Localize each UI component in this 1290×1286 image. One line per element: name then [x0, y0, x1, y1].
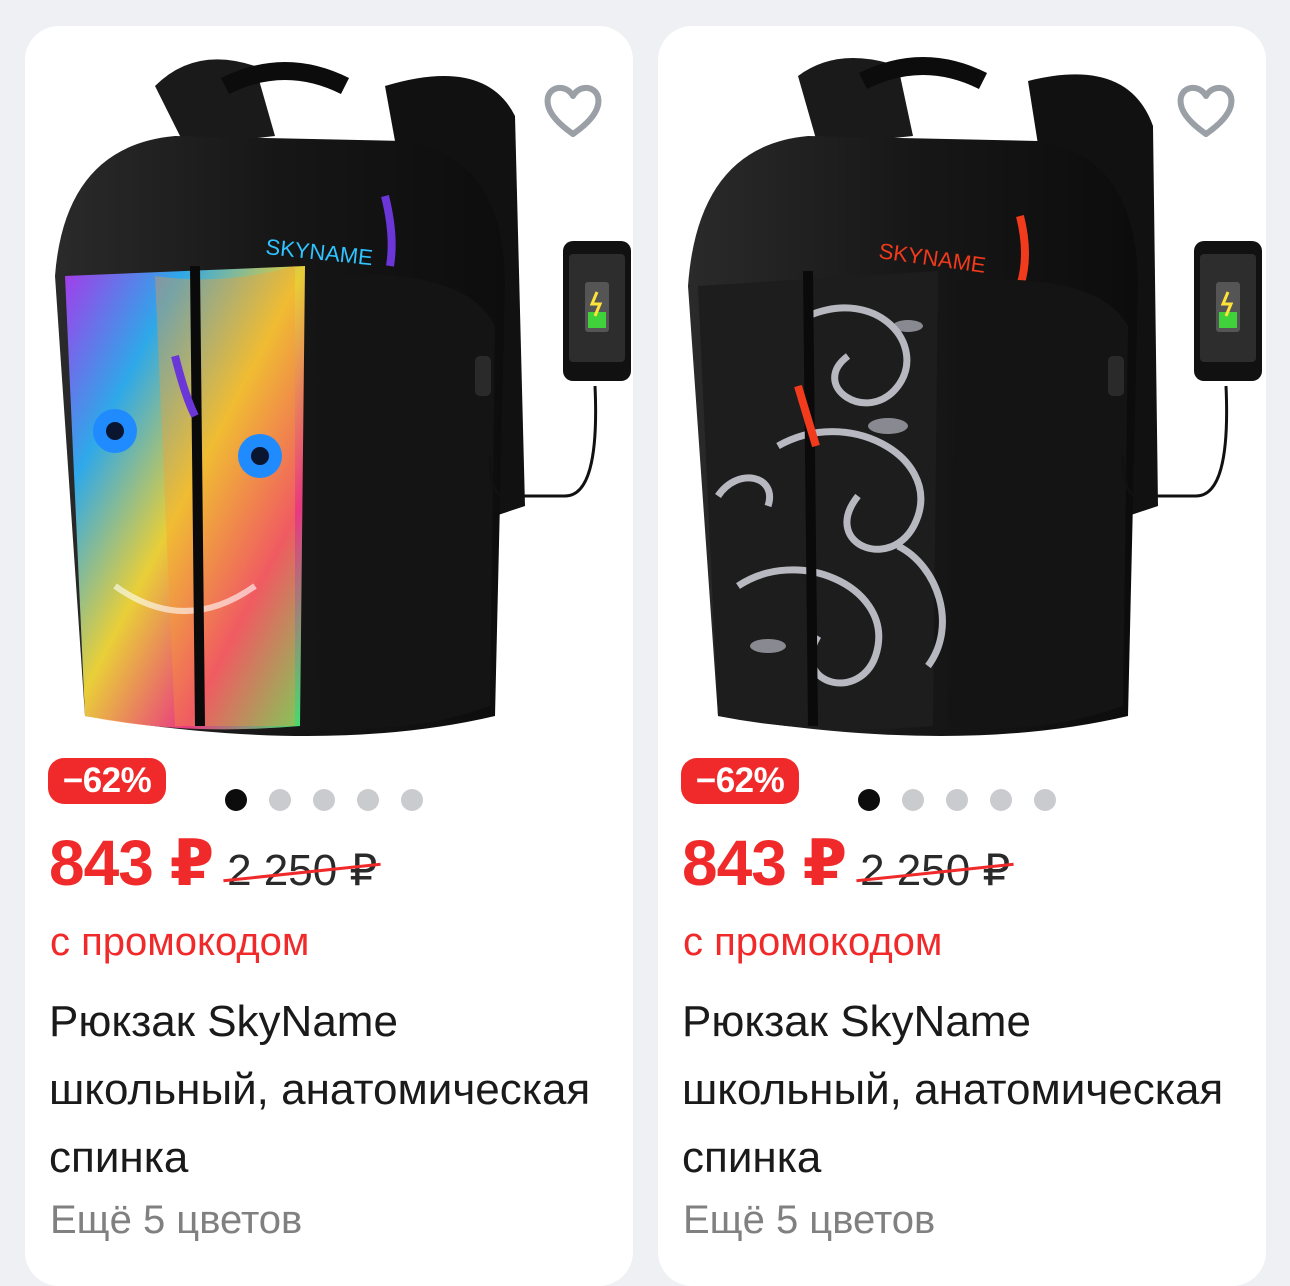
- promo-label: с промокодом: [50, 920, 310, 964]
- heart-outline-icon: [1177, 84, 1235, 137]
- carousel-dot[interactable]: [902, 789, 924, 811]
- favorite-button[interactable]: [537, 74, 609, 146]
- current-price: 843 ₽: [682, 827, 847, 899]
- image-carousel-dots[interactable]: [858, 789, 1056, 813]
- product-card[interactable]: SKYNAME −62% 843 ₽ с промокодом Рюкзак S…: [658, 26, 1266, 1286]
- product-grid: SKYNAME −62% 843 ₽ с промокодом Рюкзак S…: [0, 0, 1290, 1286]
- carousel-dot[interactable]: [401, 789, 423, 811]
- discount-badge: −62%: [48, 758, 166, 804]
- promo-label: с промокодом: [683, 920, 943, 964]
- more-colors-link[interactable]: Ещё 5 цветов: [50, 1198, 302, 1243]
- favorite-button[interactable]: [1170, 74, 1242, 146]
- price-row: 843 ₽ 2 250 ₽: [682, 826, 1015, 906]
- carousel-dot[interactable]: [357, 789, 379, 811]
- price-row: 843 ₽ 2 250 ₽: [49, 826, 382, 906]
- old-price: 2 250 ₽: [856, 845, 1015, 896]
- image-carousel-dots[interactable]: [225, 789, 423, 813]
- carousel-dot[interactable]: [858, 789, 880, 811]
- more-colors-link[interactable]: Ещё 5 цветов: [683, 1198, 935, 1243]
- heart-outline-icon: [544, 84, 602, 137]
- carousel-dot[interactable]: [269, 789, 291, 811]
- current-price: 843 ₽: [49, 827, 214, 899]
- product-card[interactable]: SKYNAME −62% 843 ₽ с промокодом Рюкзак S…: [25, 26, 633, 1286]
- carousel-dot[interactable]: [946, 789, 968, 811]
- product-title[interactable]: Рюкзак SkyName школьный, анатомическая с…: [49, 988, 609, 1192]
- carousel-dot[interactable]: [1034, 789, 1056, 811]
- old-price: 2 250 ₽: [223, 845, 382, 896]
- carousel-dot[interactable]: [990, 789, 1012, 811]
- carousel-dot[interactable]: [313, 789, 335, 811]
- discount-badge: −62%: [681, 758, 799, 804]
- product-title[interactable]: Рюкзак SkyName школьный, анатомическая с…: [682, 988, 1242, 1192]
- carousel-dot[interactable]: [225, 789, 247, 811]
